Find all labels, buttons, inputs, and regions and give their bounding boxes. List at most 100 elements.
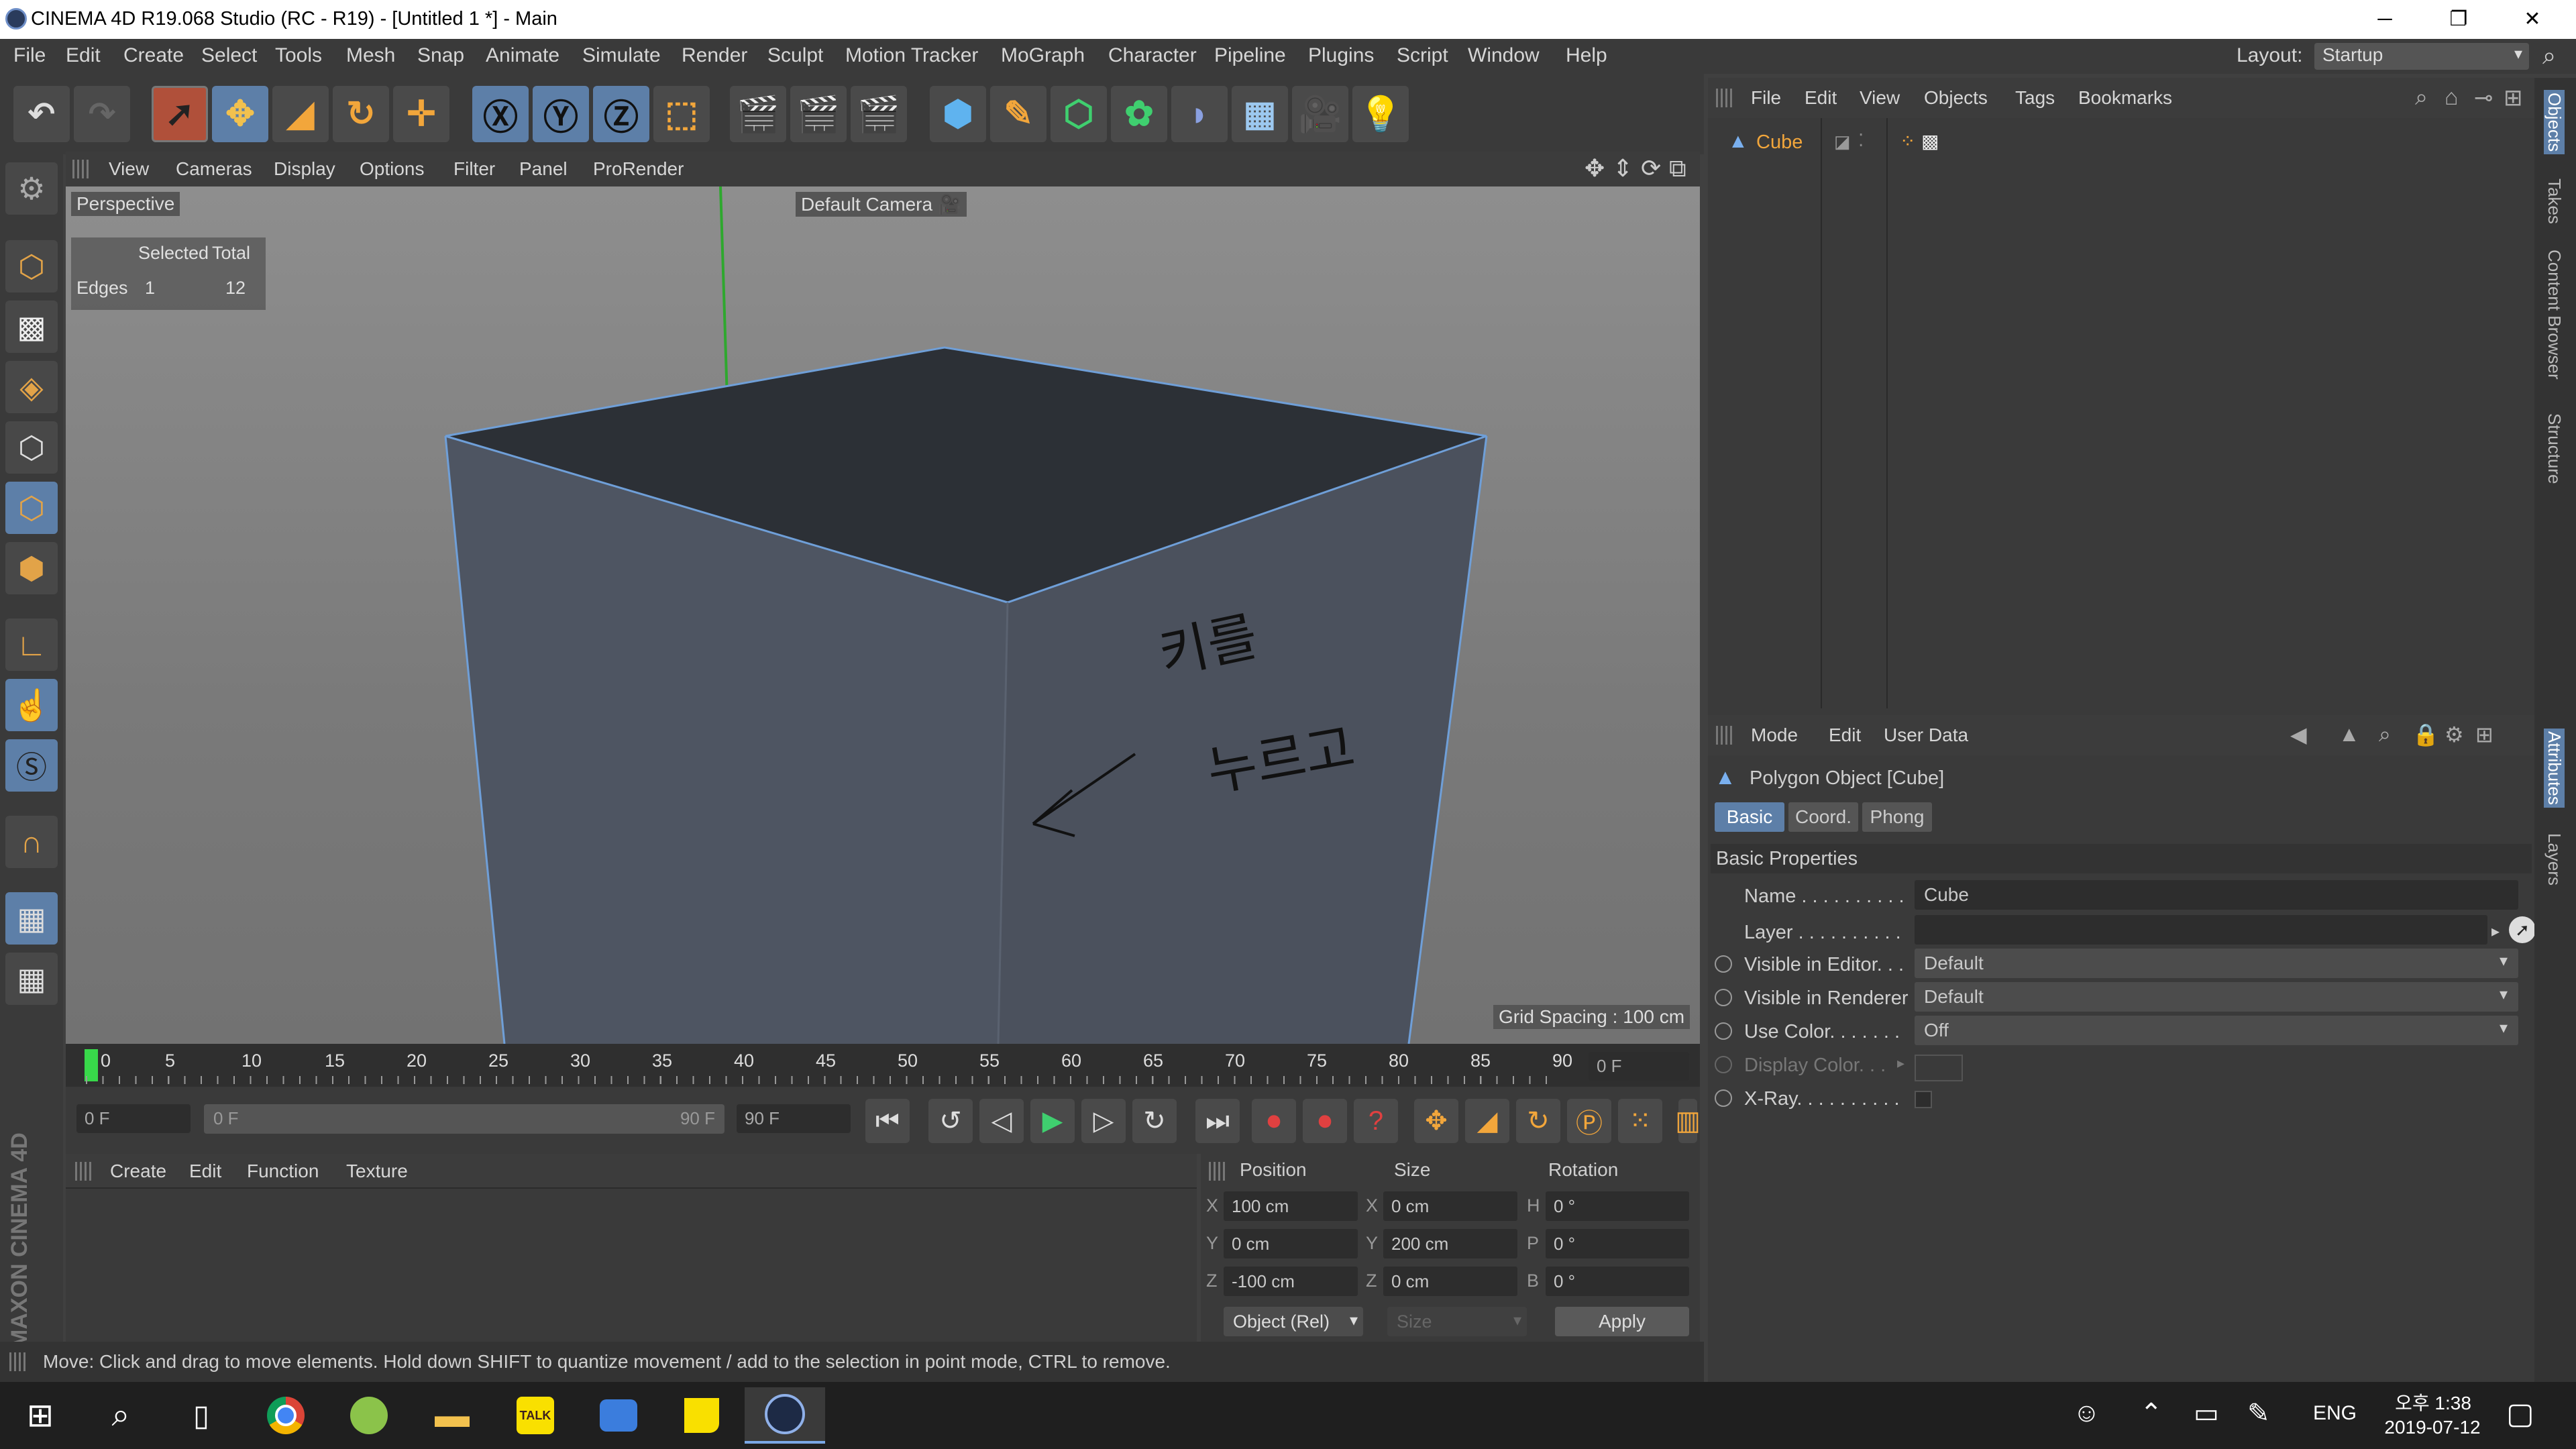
- settings-icon[interactable]: ⚙: [2445, 722, 2464, 747]
- side-tab-takes[interactable]: Takes: [2544, 178, 2565, 224]
- end-frame-field[interactable]: 90 F: [737, 1104, 851, 1133]
- x-axis-lock-icon[interactable]: Ⓧ: [472, 86, 529, 142]
- rotation-p-field[interactable]: 0 °: [1546, 1229, 1689, 1258]
- menu-window[interactable]: Window: [1468, 44, 1540, 67]
- subdivision-surface-icon[interactable]: ⬡: [1051, 86, 1107, 142]
- menu-pipeline[interactable]: Pipeline: [1214, 44, 1286, 67]
- menu-sculpt[interactable]: Sculpt: [767, 44, 823, 67]
- pen-icon[interactable]: ✎: [2247, 1398, 2270, 1429]
- side-tab-structure[interactable]: Structure: [2544, 413, 2565, 484]
- key-scale-icon[interactable]: ◢: [1465, 1099, 1509, 1143]
- previous-frame-icon[interactable]: ◁: [979, 1099, 1024, 1143]
- animate-radio-icon[interactable]: [1715, 1056, 1732, 1073]
- obj-menu-tags[interactable]: Tags: [2015, 87, 2055, 109]
- lock-icon[interactable]: 🔒: [2412, 722, 2439, 747]
- position-z-field[interactable]: -100 cm: [1224, 1267, 1358, 1296]
- visible-renderer-dropdown[interactable]: Default: [1915, 982, 2518, 1012]
- cube-object-icon[interactable]: ⬢: [930, 86, 986, 142]
- recent-tool-icon[interactable]: ✛: [393, 86, 449, 142]
- key-pla-icon[interactable]: ⁙: [1618, 1099, 1662, 1143]
- play-arrow-icon[interactable]: ▸: [2491, 922, 2500, 941]
- windows-start-icon[interactable]: ⊞: [0, 1387, 80, 1444]
- points-mode-icon[interactable]: ⬡: [5, 421, 58, 474]
- menu-character[interactable]: Character: [1108, 44, 1197, 67]
- chevron-up-icon[interactable]: ⌃: [2140, 1398, 2163, 1429]
- animate-radio-icon[interactable]: [1715, 1089, 1732, 1107]
- vp-menu-display[interactable]: Display: [274, 158, 335, 180]
- coordinate-system-icon[interactable]: ⬚: [653, 86, 710, 142]
- notification-icon[interactable]: ▢: [2506, 1397, 2534, 1431]
- task-view-icon[interactable]: ▯: [161, 1387, 241, 1444]
- workplane-lock-icon[interactable]: ▦: [5, 892, 58, 945]
- autokey-icon[interactable]: ⏺: [1303, 1099, 1347, 1143]
- menu-mesh[interactable]: Mesh: [346, 44, 395, 67]
- vp-menu-view[interactable]: View: [109, 158, 149, 180]
- people-icon[interactable]: ☺: [2073, 1398, 2100, 1428]
- key-position-icon[interactable]: ✥: [1414, 1099, 1458, 1143]
- menu-simulate[interactable]: Simulate: [582, 44, 661, 67]
- animate-radio-icon[interactable]: [1715, 1022, 1732, 1040]
- visibility-dots-icon[interactable]: ⁚: [1858, 130, 1864, 151]
- go-to-start-icon[interactable]: ⏮: [865, 1099, 910, 1143]
- undo-icon[interactable]: ↶: [13, 86, 70, 142]
- perspective-viewport[interactable]: 키를 누르고 Perspective Default Camera 🎥 Sele…: [66, 186, 1700, 1044]
- orbit-view-icon[interactable]: ⟳: [1641, 154, 1661, 182]
- magnet-icon[interactable]: ∩: [5, 816, 58, 868]
- key-rotation-icon[interactable]: ↻: [1516, 1099, 1560, 1143]
- mat-menu-create[interactable]: Create: [110, 1161, 166, 1182]
- new-window-icon[interactable]: ⊞: [2504, 85, 2523, 111]
- axis-mode-icon[interactable]: ∟: [5, 619, 58, 671]
- start-frame-field[interactable]: 0 F: [76, 1104, 191, 1133]
- obj-menu-bookmarks[interactable]: Bookmarks: [2078, 87, 2172, 109]
- minimize-button[interactable]: ─: [2348, 0, 2422, 39]
- y-axis-lock-icon[interactable]: Ⓨ: [533, 86, 589, 142]
- tab-basic[interactable]: Basic: [1715, 802, 1784, 832]
- menu-motion-tracker[interactable]: Motion Tracker: [845, 44, 978, 67]
- tweak-mode-icon[interactable]: ☝: [5, 679, 58, 731]
- tab-coord[interactable]: Coord.: [1788, 802, 1858, 832]
- timeline-ruler[interactable]: 0 5 10 15 20 25 30 35 40 45 50 55 60 65 …: [66, 1044, 1700, 1087]
- battery-icon[interactable]: ▭: [2194, 1398, 2219, 1429]
- menu-tools[interactable]: Tools: [275, 44, 322, 67]
- animate-radio-icon[interactable]: [1715, 955, 1732, 973]
- apply-button[interactable]: Apply: [1555, 1307, 1689, 1336]
- menu-edit[interactable]: Edit: [66, 44, 101, 67]
- pick-layer-icon[interactable]: ➚: [2509, 916, 2536, 943]
- next-frame-icon[interactable]: ▷: [1081, 1099, 1126, 1143]
- tab-phong[interactable]: Phong: [1862, 802, 1932, 832]
- record-keyframe-icon[interactable]: ⏺: [1252, 1099, 1296, 1143]
- scale-tool-icon[interactable]: ◢: [272, 86, 329, 142]
- previous-key-icon[interactable]: ↺: [928, 1099, 973, 1143]
- camera-icon[interactable]: 🎥: [1292, 86, 1348, 142]
- side-tab-content-browser[interactable]: Content Browser: [2544, 250, 2565, 380]
- back-arrow-icon[interactable]: ◀: [2290, 722, 2307, 747]
- drag-handle-icon[interactable]: [1209, 1162, 1228, 1181]
- move-tool-icon[interactable]: ✥: [212, 86, 268, 142]
- light-icon[interactable]: 💡: [1352, 86, 1409, 142]
- layout-dropdown[interactable]: Startup ▾: [2314, 43, 2529, 70]
- attr-menu-user-data[interactable]: User Data: [1884, 724, 1968, 746]
- attr-menu-mode[interactable]: Mode: [1751, 724, 1798, 746]
- expand-arrow-icon[interactable]: ▸: [1897, 1055, 1904, 1072]
- camera-label[interactable]: Default Camera 🎥: [796, 192, 967, 217]
- chat-app-icon[interactable]: [578, 1387, 659, 1444]
- model-mode-icon[interactable]: ⬡: [5, 240, 58, 292]
- drag-handle-icon[interactable]: [1716, 89, 1735, 107]
- size-y-field[interactable]: 200 cm: [1383, 1229, 1517, 1258]
- rotate-tool-icon[interactable]: ↻: [333, 86, 389, 142]
- render-view-icon[interactable]: 🎬: [730, 86, 786, 142]
- drag-handle-icon[interactable]: [75, 1162, 94, 1181]
- menu-select[interactable]: Select: [201, 44, 257, 67]
- file-explorer-icon[interactable]: ▬: [412, 1387, 492, 1444]
- keyframe-selection-icon[interactable]: ?: [1354, 1099, 1398, 1143]
- menu-file[interactable]: File: [13, 44, 46, 67]
- pen-spline-icon[interactable]: ✎: [990, 86, 1046, 142]
- vp-menu-panel[interactable]: Panel: [519, 158, 568, 180]
- make-editable-icon[interactable]: ⚙: [5, 162, 58, 215]
- layer-toggle-icon[interactable]: ◪: [1834, 131, 1851, 152]
- position-x-field[interactable]: 100 cm: [1224, 1191, 1358, 1221]
- visible-editor-dropdown[interactable]: Default: [1915, 949, 2518, 978]
- snap-icon[interactable]: Ⓢ: [5, 739, 58, 792]
- cinema4d-taskbar-icon[interactable]: [745, 1387, 825, 1444]
- key-parameter-icon[interactable]: Ⓟ: [1567, 1099, 1611, 1143]
